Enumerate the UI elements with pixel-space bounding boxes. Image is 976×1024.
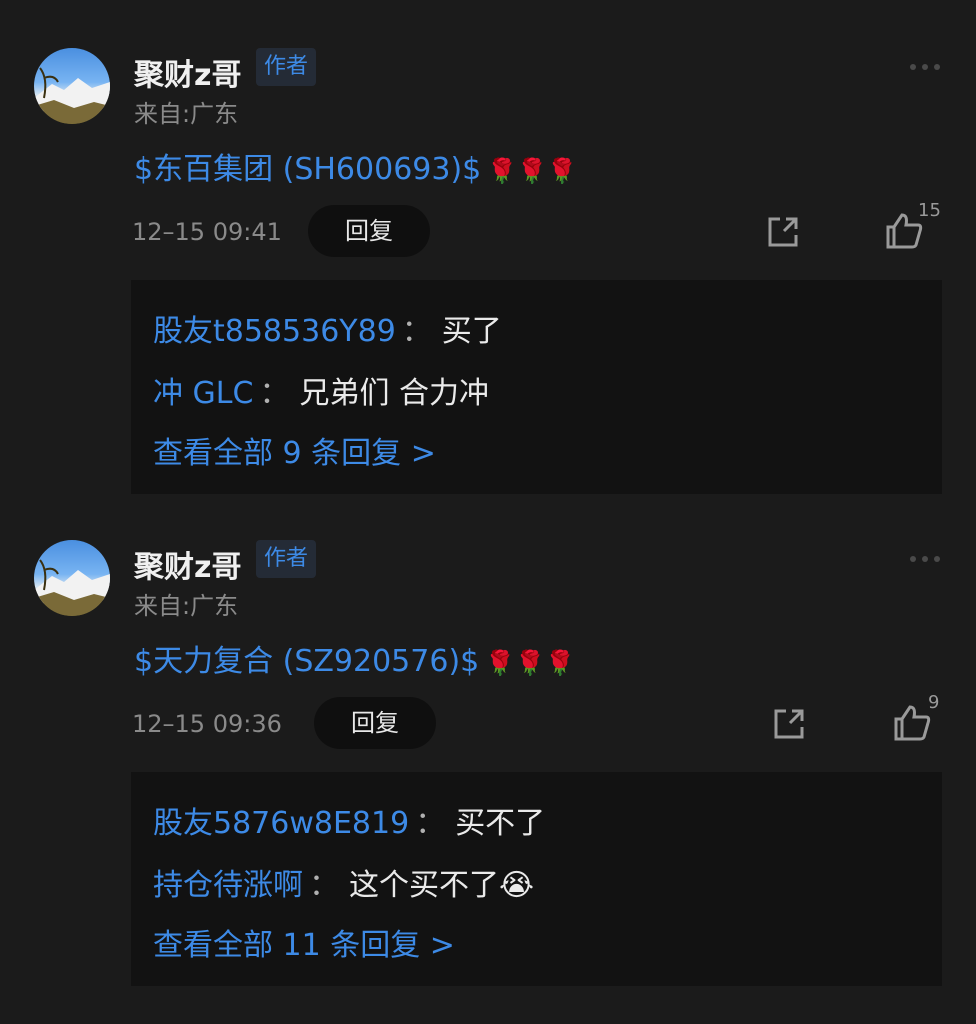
reply-item[interactable]: 股友t858536Y89：买了 xyxy=(153,306,502,350)
reply-item[interactable]: 股友5876w8E819：买不了 xyxy=(153,798,545,842)
reply-preview-box[interactable]: 股友5876w8E819：买不了 持仓待涨啊：这个买不了😭 查看全部 11 条回… xyxy=(131,772,942,986)
reply-text: 这个买不了😭 xyxy=(349,868,535,903)
author-badge: 作者 xyxy=(256,48,317,86)
reply-button[interactable]: 回复 xyxy=(314,697,436,749)
rose-emoji: 🌹🌹🌹 xyxy=(485,649,575,677)
comment-time: 12–15 09:41 xyxy=(132,218,282,246)
avatar[interactable] xyxy=(34,540,110,616)
more-options-icon[interactable] xyxy=(910,556,940,562)
like-count: 15 xyxy=(918,200,941,221)
avatar[interactable] xyxy=(34,48,110,124)
reply-user[interactable]: 冲 GLC xyxy=(153,376,253,411)
comment-content[interactable]: $东百集团 (SH600693)$ 🌹🌹🌹 xyxy=(134,144,577,188)
more-options-icon[interactable] xyxy=(910,64,940,70)
share-icon[interactable] xyxy=(764,213,802,251)
author-name[interactable]: 聚财z哥 xyxy=(134,542,241,586)
author-badge: 作者 xyxy=(256,540,317,578)
comment-time: 12–15 09:36 xyxy=(132,710,282,738)
author-name[interactable]: 聚财z哥 xyxy=(134,50,241,94)
thumbs-up-icon[interactable] xyxy=(892,703,932,743)
reply-item[interactable]: 冲 GLC：兄弟们 合力冲 xyxy=(153,368,489,412)
reply-text: 买了 xyxy=(441,314,502,349)
reply-text: 买不了 xyxy=(455,806,546,841)
share-icon[interactable] xyxy=(770,705,808,743)
reply-user[interactable]: 持仓待涨啊 xyxy=(153,868,303,903)
comment-content[interactable]: $天力复合 (SZ920576)$ 🌹🌹🌹 xyxy=(134,636,575,680)
author-location: 来自:广东 xyxy=(134,100,239,128)
reply-user[interactable]: 股友5876w8E819 xyxy=(153,806,409,841)
rose-emoji: 🌹🌹🌹 xyxy=(487,157,577,185)
reply-text: 兄弟们 合力冲 xyxy=(299,376,489,411)
like-count: 9 xyxy=(928,692,940,713)
author-location: 来自:广东 xyxy=(134,592,239,620)
view-all-replies-link[interactable]: 查看全部 11 条回复 > xyxy=(153,920,455,964)
stock-link[interactable]: $天力复合 (SZ920576)$ xyxy=(134,644,479,679)
reply-button[interactable]: 回复 xyxy=(308,205,430,257)
view-all-replies-link[interactable]: 查看全部 9 条回复 > xyxy=(153,428,436,472)
reply-user[interactable]: 股友t858536Y89 xyxy=(153,314,396,349)
reply-preview-box[interactable]: 股友t858536Y89：买了 冲 GLC：兄弟们 合力冲 查看全部 9 条回复… xyxy=(131,280,942,494)
comment-list: 聚财z哥 作者 来自:广东 $东百集团 (SH600693)$ 🌹🌹🌹 12–15… xyxy=(0,0,976,1024)
stock-link[interactable]: $东百集团 (SH600693)$ xyxy=(134,152,481,187)
reply-item[interactable]: 持仓待涨啊：这个买不了😭 xyxy=(153,860,534,904)
